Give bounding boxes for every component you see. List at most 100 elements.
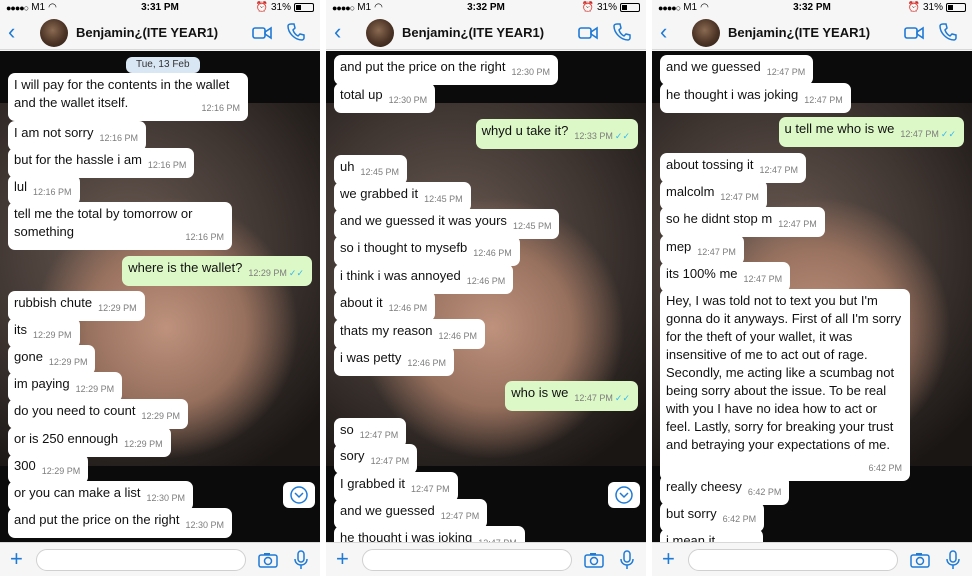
back-chevron-icon[interactable]: ‹	[660, 21, 667, 43]
battery-fill	[622, 5, 627, 10]
plus-icon[interactable]: +	[336, 546, 349, 572]
message-text: tell me the total by tomorrow or somethi…	[14, 206, 193, 239]
incoming-message[interactable]: lul 12:16 PM	[8, 175, 80, 205]
message-input[interactable]	[36, 549, 246, 571]
incoming-message[interactable]: but sorry 6:42 PM	[660, 502, 765, 532]
message-time: 12:16 PM	[185, 228, 224, 246]
message-input[interactable]	[688, 549, 898, 571]
incoming-message[interactable]: so i thought to mysefb 12:46 PM	[334, 236, 520, 266]
incoming-message[interactable]: and put the price on the right 12:30 PM	[334, 55, 559, 85]
incoming-message[interactable]: i was petty 12:46 PM	[334, 346, 454, 376]
message-text: im paying	[14, 376, 70, 391]
message-list[interactable]: Tue, 13 Feb I will pay for the contents …	[0, 51, 320, 542]
contact-name[interactable]: Benjamin¿(ITE YEAR1)	[402, 25, 544, 40]
message-text: he thought i was joking	[340, 530, 473, 542]
incoming-message[interactable]: I am not sorry 12:16 PM	[8, 121, 146, 151]
message-time: 12:29 PM	[124, 435, 163, 453]
message-time: 12:30 PM	[186, 516, 225, 534]
incoming-message[interactable]: so he didnt stop m 12:47 PM	[660, 207, 825, 237]
message-time-text: 12:29 PM	[248, 268, 287, 278]
plus-icon[interactable]: +	[662, 546, 675, 572]
incoming-message[interactable]: I grabbed it 12:47 PM	[334, 472, 458, 502]
outgoing-message[interactable]: u tell me who is we 12:47 PM ✓✓	[778, 117, 964, 147]
incoming-message[interactable]: about tossing it 12:47 PM	[660, 153, 806, 183]
message-time: 12:16 PM	[201, 99, 240, 117]
message-text: so i thought to mysefb	[340, 240, 468, 255]
message-time: 12:47 PM	[744, 270, 783, 288]
scroll-down-button[interactable]	[608, 482, 640, 508]
message-time: 12:30 PM	[146, 489, 185, 507]
phone-call-icon[interactable]	[612, 22, 632, 42]
incoming-message[interactable]: and we guessed 12:47 PM	[334, 499, 488, 529]
incoming-message[interactable]: really cheesy 6:42 PM	[660, 475, 790, 505]
contact-avatar[interactable]	[40, 19, 68, 47]
video-call-icon[interactable]	[252, 26, 272, 40]
incoming-message[interactable]: he thought i was joking 12:47 PM	[334, 526, 525, 542]
incoming-message[interactable]: do you need to count 12:29 PM	[8, 399, 188, 429]
microphone-icon[interactable]	[294, 550, 308, 570]
message-text: who is we	[511, 385, 569, 400]
phone-call-icon[interactable]	[286, 22, 306, 42]
message-list[interactable]: and we guessed 12:47 PM he thought i was j…	[652, 51, 972, 542]
microphone-icon[interactable]	[946, 550, 960, 570]
message-time: 12:47 PM ✓✓	[574, 389, 630, 407]
message-text: about tossing it	[666, 157, 754, 172]
message-time-text: 12:29 PM	[33, 330, 72, 340]
incoming-message[interactable]: or you can make a list 12:30 PM	[8, 481, 193, 511]
back-chevron-icon[interactable]: ‹	[334, 21, 341, 43]
incoming-message[interactable]: thats my reason 12:46 PM	[334, 319, 486, 349]
outgoing-message[interactable]: who is we 12:47 PM ✓✓	[505, 381, 638, 411]
camera-icon[interactable]	[258, 552, 278, 568]
scroll-down-button[interactable]	[283, 482, 315, 508]
message-time: 6:42 PM	[868, 459, 902, 477]
incoming-message[interactable]: and we guessed it was yours 12:45 PM	[334, 209, 560, 239]
incoming-message[interactable]: i think i was annoyed 12:46 PM	[334, 264, 514, 294]
incoming-message[interactable]: rubbish chute 12:29 PM	[8, 291, 145, 321]
camera-icon[interactable]	[910, 552, 930, 568]
incoming-message[interactable]: its 100% me 12:47 PM	[660, 262, 791, 292]
contact-name[interactable]: Benjamin¿(ITE YEAR1)	[728, 25, 870, 40]
outgoing-message[interactable]: whyd u take it? 12:33 PM ✓✓	[475, 119, 638, 149]
incoming-message[interactable]: and put the price on the right 12:30 PM	[8, 508, 233, 538]
incoming-message[interactable]: about it 12:46 PM	[334, 291, 436, 321]
incoming-message[interactable]: malcolm 12:47 PM	[660, 180, 767, 210]
contact-name[interactable]: Benjamin¿(ITE YEAR1)	[76, 25, 218, 40]
video-call-icon[interactable]	[578, 26, 598, 40]
contact-avatar[interactable]	[692, 19, 720, 47]
message-input[interactable]	[362, 549, 572, 571]
battery-fill	[296, 5, 301, 10]
message-time: 12:47 PM	[441, 507, 480, 525]
message-time-text: 12:47 PM	[720, 192, 759, 202]
incoming-message[interactable]: total up 12:30 PM	[334, 83, 436, 113]
message-time-text: 12:46 PM	[388, 303, 428, 313]
message-time-text: 12:29 PM	[124, 439, 163, 449]
incoming-message[interactable]: he thought i was joking 12:47 PM	[660, 83, 851, 113]
incoming-message[interactable]: I will pay for the contents in the walle…	[8, 73, 248, 121]
message-time: 12:45 PM	[424, 190, 463, 208]
incoming-message[interactable]: or is 250 ennough 12:29 PM	[8, 427, 171, 457]
incoming-message[interactable]: 300 12:29 PM	[8, 454, 89, 484]
incoming-message[interactable]: i mean it6:42 PM	[660, 529, 763, 542]
plus-icon[interactable]: +	[10, 546, 23, 572]
incoming-message[interactable]: gone 12:29 PM	[8, 345, 96, 375]
incoming-message[interactable]: its 12:29 PM	[8, 318, 80, 348]
message-list[interactable]: and put the price on the right 12:30 PM to…	[326, 51, 646, 542]
outgoing-message[interactable]: where is the wallet? 12:29 PM ✓✓	[122, 256, 312, 286]
date-divider: Tue, 13 Feb	[126, 57, 200, 73]
contact-avatar[interactable]	[366, 19, 394, 47]
incoming-message[interactable]: and we guessed 12:47 PM	[660, 55, 814, 85]
incoming-message[interactable]: tell me the total by tomorrow or somethi…	[8, 202, 232, 250]
phone-call-icon[interactable]	[938, 22, 958, 42]
microphone-icon[interactable]	[620, 550, 634, 570]
video-call-icon[interactable]	[904, 26, 924, 40]
back-chevron-icon[interactable]: ‹	[8, 21, 15, 43]
camera-icon[interactable]	[584, 552, 604, 568]
incoming-message[interactable]: mep 12:47 PM	[660, 235, 744, 265]
incoming-message[interactable]: uh 12:45 PM	[334, 155, 407, 185]
incoming-message[interactable]: Hey, I was told not to text you but I'm …	[660, 289, 910, 481]
composer-bar: +	[652, 542, 972, 576]
incoming-message[interactable]: im paying 12:29 PM	[8, 372, 123, 402]
incoming-message[interactable]: sory 12:47 PM	[334, 444, 418, 474]
incoming-message[interactable]: but for the hassle i am 12:16 PM	[8, 148, 195, 178]
incoming-message[interactable]: we grabbed it 12:45 PM	[334, 182, 471, 212]
